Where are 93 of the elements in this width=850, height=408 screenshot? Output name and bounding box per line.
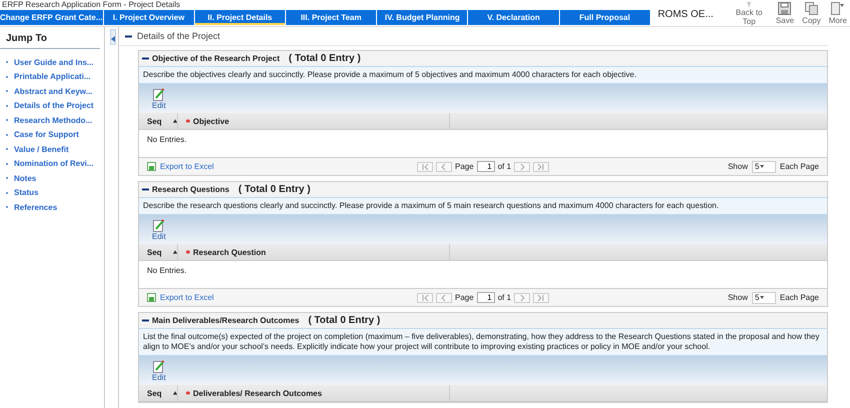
- user-name: ROMS OE...: [656, 8, 714, 22]
- collapse-icon[interactable]: [142, 186, 149, 193]
- panel-description: Describe the research questions clearly and succinctly. Please provide a maximum of 5 main research questions and maximum 4000 characters for each question.: [139, 197, 827, 215]
- copy-icon: [804, 2, 818, 15]
- toolbar-button[interactable]: Save: [772, 2, 798, 26]
- entry-count: ( Total 0 Entry ): [238, 184, 310, 195]
- spreadsheet-icon: [147, 293, 156, 302]
- first-page-button[interactable]: [417, 292, 433, 302]
- panel-title: Research Questions: [152, 185, 230, 194]
- show-label: Show: [728, 162, 748, 171]
- toolbar-button[interactable]: Copy: [799, 2, 824, 26]
- collapse-sidebar-button[interactable]: [110, 29, 116, 45]
- panel-description: List the final outcome(s) expected of the project on completion (maximum – five deliverables), demonstrating, how they address to the Research Questions stated in the proposal and how they align to MOE’s and/or your school’s needs. Explicitly indicate how your project will contribute to improving existing practices or policy in MOE and/or your school.: [139, 328, 827, 356]
- first-page-icon: [421, 164, 429, 170]
- required-asterisk-icon: [186, 250, 190, 254]
- toolbar-button[interactable]: Back to Top: [727, 2, 771, 26]
- sidebar-link[interactable]: Nomination of Revi...: [14, 159, 94, 168]
- page-label: Page: [455, 293, 474, 302]
- tab[interactable]: I. Project Overview: [104, 10, 194, 25]
- last-page-button[interactable]: [533, 292, 550, 302]
- tab[interactable]: Full Proposal: [560, 10, 650, 25]
- section-title: Details of the Project: [137, 31, 220, 41]
- toolbar-button[interactable]: More: [826, 2, 850, 26]
- sidebar-link[interactable]: Notes: [14, 174, 36, 183]
- first-page-icon: [421, 294, 429, 300]
- sidebar-link[interactable]: References: [14, 202, 58, 212]
- entry-count: ( Total 0 Entry ): [308, 315, 380, 326]
- last-page-button[interactable]: [533, 162, 550, 172]
- last-page-icon: [537, 164, 546, 170]
- sort-ascending-icon: [172, 250, 177, 254]
- export-to-excel-link[interactable]: Export to Excel: [147, 293, 417, 302]
- previous-page-button[interactable]: [436, 162, 452, 172]
- sidebar-link[interactable]: Status: [14, 188, 38, 198]
- tab[interactable]: II. Project Details: [194, 10, 285, 25]
- panel-title: Objective of the Research Project: [152, 54, 280, 63]
- next-page-button[interactable]: [514, 292, 530, 302]
- next-page-icon: [518, 294, 526, 300]
- previous-page-button[interactable]: [436, 292, 452, 302]
- previous-page-icon: [440, 164, 448, 170]
- document-dropdown-icon: [830, 2, 845, 15]
- tab[interactable]: III. Project Team: [286, 10, 376, 25]
- page-total: of 1: [498, 293, 512, 302]
- each-page-label: Each Page: [780, 293, 819, 302]
- edit-button[interactable]: Edit: [152, 360, 166, 382]
- edit-button[interactable]: Edit: [152, 218, 166, 240]
- entry-count: ( Total 0 Entry ): [288, 53, 361, 64]
- page-size-select[interactable]: 5: [752, 160, 776, 172]
- panel-title: Main Deliverables/Research Outcomes: [152, 316, 300, 325]
- previous-page-icon: [440, 294, 448, 300]
- column-header[interactable]: Seq: [139, 244, 178, 260]
- page-label: Page: [455, 162, 474, 171]
- collapse-icon[interactable]: [125, 32, 132, 40]
- column-header[interactable]: Seq: [139, 385, 178, 401]
- sidebar-link[interactable]: Details of the Project: [14, 101, 94, 110]
- page-total: of 1: [498, 162, 512, 171]
- collapse-icon[interactable]: [142, 317, 149, 324]
- last-page-icon: [537, 294, 546, 300]
- spreadsheet-icon: [147, 162, 156, 171]
- export-to-excel-link[interactable]: Export to Excel: [147, 162, 417, 171]
- sidebar-link[interactable]: Abstract and Keyw...: [14, 86, 92, 96]
- page-input[interactable]: 1: [476, 161, 495, 172]
- first-page-button[interactable]: [417, 162, 433, 172]
- window-title: ERFP Research Application Form - Project Details: [1, 0, 182, 10]
- tab[interactable]: V. Declaration: [468, 10, 559, 25]
- caret-down-icon: [760, 296, 764, 299]
- required-asterisk-icon: [186, 119, 190, 123]
- show-label: Show: [728, 293, 748, 302]
- each-page-label: Each Page: [780, 162, 819, 171]
- sidebar-link[interactable]: Research Methodo...: [14, 116, 92, 125]
- required-asterisk-icon: [186, 391, 190, 395]
- tab[interactable]: Change ERFP Grant Cate...: [0, 10, 103, 25]
- page-input[interactable]: 1: [476, 292, 495, 303]
- column-header[interactable]: Objective: [178, 113, 450, 129]
- column-header[interactable]: Research Question: [178, 244, 450, 260]
- empty-message: No Entries.: [146, 265, 188, 277]
- sidebar-link[interactable]: Printable Applicati...: [14, 72, 91, 82]
- next-page-button[interactable]: [514, 162, 530, 172]
- collapse-icon[interactable]: [142, 55, 149, 62]
- page-size-select[interactable]: 5: [752, 292, 776, 304]
- column-header[interactable]: Seq: [139, 113, 178, 129]
- sidebar-link[interactable]: User Guide and Ins...: [14, 58, 94, 67]
- sort-ascending-icon: [172, 391, 177, 395]
- next-page-icon: [518, 164, 526, 170]
- column-header[interactable]: Deliverables/ Research Outcomes: [178, 385, 450, 401]
- sidebar-link[interactable]: Case for Support: [14, 130, 79, 140]
- sort-ascending-icon: [172, 119, 177, 123]
- sidebar-title: Jump To: [0, 27, 100, 49]
- tab[interactable]: IV. Budget Planning: [377, 10, 468, 25]
- empty-message: No Entries.: [146, 134, 188, 146]
- sidebar-link[interactable]: Value / Benefit: [14, 144, 69, 154]
- caret-down-icon: [760, 165, 764, 168]
- edit-button[interactable]: Edit: [152, 88, 166, 110]
- panel-description: Describe the objectives clearly and succinctly. Please provide a maximum of 5 objectives and maximum 4000 characters for each objective.: [139, 66, 827, 84]
